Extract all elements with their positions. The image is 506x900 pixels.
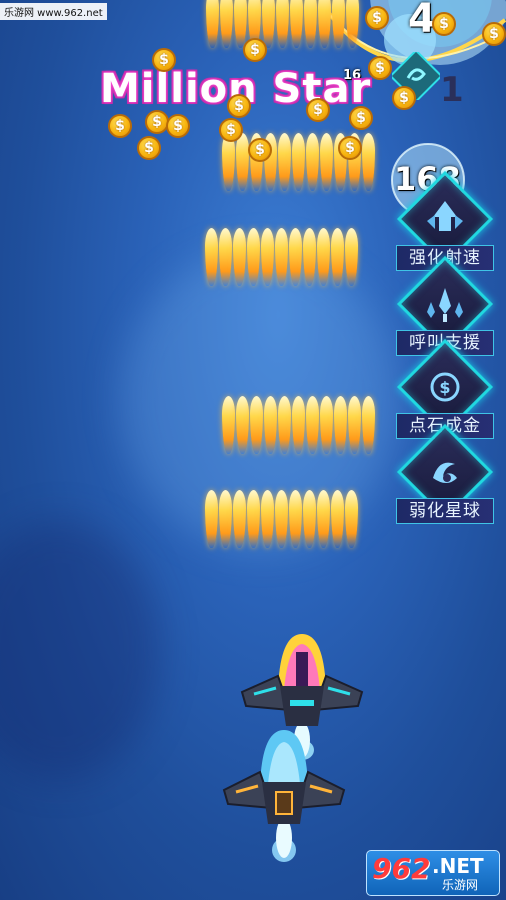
bullet: [219, 490, 232, 548]
bullet: [304, 0, 317, 48]
gold-coin: $: [349, 106, 373, 130]
gold-coin: $: [482, 22, 506, 46]
bullet: [334, 396, 347, 454]
bullet: [320, 396, 333, 454]
bullet: [289, 228, 302, 286]
bullet: [222, 396, 235, 454]
bullet: [303, 490, 316, 548]
bullet: [220, 0, 233, 48]
bullet-volley: [205, 228, 358, 286]
skill-weaken-planet-button[interactable]: 弱化星球: [396, 423, 494, 524]
bullet: [206, 0, 219, 48]
gold-coin: $: [365, 6, 389, 30]
gold-coin: $: [432, 12, 456, 36]
bullet: [332, 0, 345, 48]
gold-coin: $: [137, 136, 161, 160]
bullet: [233, 228, 246, 286]
bullet: [236, 396, 249, 454]
gold-coin: $: [368, 56, 392, 80]
gold-coin: $: [306, 98, 330, 122]
bullet: [219, 228, 232, 286]
bullet: [236, 133, 249, 191]
gold-coin: $: [166, 114, 190, 138]
logo-number: 962: [372, 852, 431, 885]
bullet: [320, 133, 333, 191]
weaken-planet-icon: [433, 462, 457, 483]
bullet: [292, 396, 305, 454]
bullet: [262, 0, 275, 48]
bullet: [345, 490, 358, 548]
gold-coin: $: [392, 86, 416, 110]
bullet-volley: [206, 0, 359, 48]
bullet: [318, 0, 331, 48]
bullet: [264, 396, 277, 454]
bullet: [205, 490, 218, 548]
bullet: [331, 490, 344, 548]
logo-subtitle: 乐游网: [442, 878, 479, 892]
gold-coin: $: [243, 38, 267, 62]
bar-digit: 1: [440, 70, 464, 110]
bullet: [276, 0, 289, 48]
bullet: [331, 228, 344, 286]
bullet: [290, 0, 303, 48]
site-watermark: 乐游网 www.962.net: [0, 3, 107, 20]
bullet: [289, 490, 302, 548]
game-stage[interactable]: 乐游网 www.962.net 4 16 1 Million Star $ $ …: [0, 0, 506, 900]
bullet: [234, 0, 247, 48]
bullet-volley: [205, 490, 358, 548]
svg-text:$: $: [439, 378, 450, 397]
bullet: [278, 396, 291, 454]
bullet: [317, 490, 330, 548]
bullet: [306, 133, 319, 191]
bullet: [233, 490, 246, 548]
bullet: [362, 396, 375, 454]
logo-net: .NET: [432, 854, 484, 878]
player-ship: [222, 730, 346, 862]
bullet: [275, 490, 288, 548]
bullet: [247, 228, 260, 286]
bullet: [345, 228, 358, 286]
gold-coin: $: [248, 138, 272, 162]
bullet: [303, 228, 316, 286]
bullet: [346, 0, 359, 48]
coin-icon: $: [430, 372, 460, 402]
bullet: [261, 490, 274, 548]
bullet: [317, 228, 330, 286]
gold-coin: $: [219, 118, 243, 142]
bullet: [292, 133, 305, 191]
call-support-icon: [427, 288, 463, 322]
bullet: [362, 133, 375, 191]
bullet: [275, 228, 288, 286]
fire-rate-icon: [427, 201, 463, 231]
bullet: [278, 133, 291, 191]
bullet: [348, 396, 361, 454]
skill-label: 弱化星球: [396, 498, 494, 524]
bullet: [261, 228, 274, 286]
nebula-haze: [0, 520, 160, 780]
bullet: [247, 490, 260, 548]
gold-coin: $: [108, 114, 132, 138]
bullet-volley: [222, 396, 375, 454]
bullet: [250, 396, 263, 454]
site-logo: 962 .NET 乐游网: [366, 850, 500, 896]
bullet: [306, 396, 319, 454]
gold-coin: $: [338, 136, 362, 160]
bullet: [205, 228, 218, 286]
gold-coin: $: [227, 94, 251, 118]
gold-coin: $: [152, 48, 176, 72]
